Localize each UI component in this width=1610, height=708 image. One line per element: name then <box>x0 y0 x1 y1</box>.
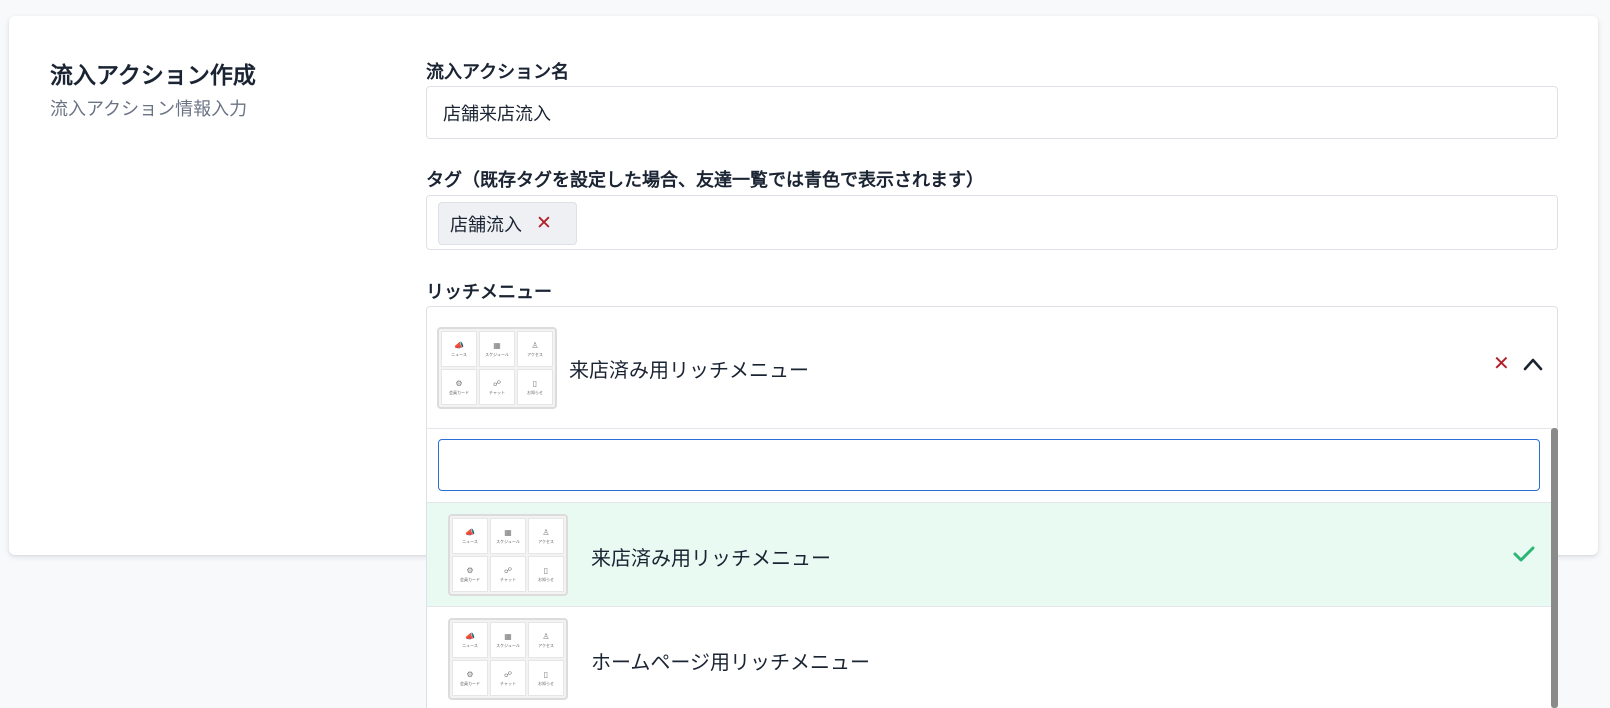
rich-menu-select[interactable]: 📣 ニュース ▦ スケジュール ♙ アクセス ⚙ 会員カード ☍ チャット ▯ お知らせ 来店済み用リ… <box>426 306 1558 428</box>
thumbnail-cell-label: チャット <box>489 389 505 395</box>
thumbnail-cell-label: アクセス <box>538 538 554 544</box>
person-icon: ♙ <box>542 527 550 537</box>
megaphone-icon: 📣 <box>465 631 475 641</box>
dropdown-scroll-thumb[interactable] <box>1551 428 1558 708</box>
rich-menu-label: リッチメニュー <box>426 282 552 303</box>
thumbnail-cell-label: 会員カード <box>460 680 480 686</box>
chat-icon: ☍ <box>503 565 513 575</box>
calendar-icon: ▦ <box>504 631 512 641</box>
rich-menu-option[interactable]: 📣 ニュース ▦ スケジュール ♙ アクセス ⚙ 会員カード ☍ チャット ▯ お知らせ ホームページ… <box>427 606 1551 708</box>
rich-menu-option-label: ホームページ用リッチメニュー <box>591 650 870 674</box>
thumbnail-cell: ▯ お知らせ <box>528 556 564 592</box>
rich-menu-option-thumbnail: 📣 ニュース ▦ スケジュール ♙ アクセス ⚙ 会員カード ☍ チャット ▯ お知らせ <box>448 514 568 596</box>
calendar-icon: ▦ <box>493 340 501 350</box>
megaphone-icon: 📣 <box>465 527 475 537</box>
badge-icon: ⚙ <box>466 669 474 679</box>
thumbnail-cell: ⚙ 会員カード <box>452 556 488 592</box>
thumbnail-cell: ⚙ 会員カード <box>441 369 477 405</box>
tag-chip-label: 店舗流入 <box>450 214 522 236</box>
person-icon: ♙ <box>531 340 539 350</box>
thumbnail-cell-label: ニュース <box>462 538 478 544</box>
rich-menu-option-thumbnail: 📣 ニュース ▦ スケジュール ♙ アクセス ⚙ 会員カード ☍ チャット ▯ お知らせ <box>448 618 568 700</box>
tags-label: タグ（既存タグを設定した場合、友達一覧では青色で表示されます） <box>426 170 984 191</box>
section-subtitle: 流入アクション情報入力 <box>50 99 248 120</box>
thumbnail-cell: 📣 ニュース <box>452 622 488 658</box>
thumbnail-cell-label: お知らせ <box>538 576 554 582</box>
thumbnail-cell: ▦ スケジュール <box>490 622 526 658</box>
thumbnail-cell-label: チャット <box>500 680 516 686</box>
rich-menu-dropdown: 📣 ニュース ▦ スケジュール ♙ アクセス ⚙ 会員カード ☍ チャット ▯ お知らせ 来店済み用リ… <box>426 428 1552 708</box>
thumbnail-cell-label: お知らせ <box>527 389 543 395</box>
thumbnail-cell: ♙ アクセス <box>528 622 564 658</box>
badge-icon: ⚙ <box>455 378 463 388</box>
tag-chip: 店舗流入 ✕ <box>438 202 577 245</box>
tags-input[interactable]: 店舗流入 ✕ <box>426 195 1558 250</box>
clear-selection-icon[interactable]: ✕ <box>1493 353 1510 373</box>
chevron-up-icon[interactable] <box>1523 357 1543 371</box>
dropdown-scrollbar[interactable] <box>1551 428 1558 708</box>
thumbnail-cell: ♙ アクセス <box>517 331 553 367</box>
thumbnail-cell: 📣 ニュース <box>441 331 477 367</box>
document-icon: ▯ <box>532 378 538 388</box>
thumbnail-cell-label: チャット <box>500 576 516 582</box>
thumbnail-cell-label: 会員カード <box>460 576 480 582</box>
thumbnail-cell: ☍ チャット <box>479 369 515 405</box>
thumbnail-cell: ☍ チャット <box>490 556 526 592</box>
document-icon: ▯ <box>543 565 549 575</box>
rich-menu-thumbnail: 📣 ニュース ▦ スケジュール ♙ アクセス ⚙ 会員カード ☍ チャット ▯ お知らせ <box>437 327 557 409</box>
rich-menu-search-input[interactable] <box>438 439 1540 491</box>
calendar-icon: ▦ <box>504 527 512 537</box>
chat-icon: ☍ <box>492 378 502 388</box>
section-title: 流入アクション作成 <box>50 63 256 89</box>
badge-icon: ⚙ <box>466 565 474 575</box>
thumbnail-cell: ▦ スケジュール <box>490 518 526 554</box>
rich-menu-option-label: 来店済み用リッチメニュー <box>591 546 831 570</box>
thumbnail-cell: ☍ チャット <box>490 660 526 696</box>
action-name-input[interactable] <box>426 86 1558 139</box>
chat-icon: ☍ <box>503 669 513 679</box>
thumbnail-cell-label: ニュース <box>451 351 467 357</box>
check-icon <box>1513 546 1535 562</box>
thumbnail-cell: ⚙ 会員カード <box>452 660 488 696</box>
thumbnail-cell: ▯ お知らせ <box>517 369 553 405</box>
thumbnail-cell-label: アクセス <box>538 642 554 648</box>
thumbnail-cell-label: スケジュール <box>485 351 509 357</box>
thumbnail-cell-label: スケジュール <box>496 642 520 648</box>
action-name-label: 流入アクション名 <box>426 62 570 83</box>
thumbnail-cell: 📣 ニュース <box>452 518 488 554</box>
rich-menu-selected-value: 来店済み用リッチメニュー <box>569 358 809 382</box>
thumbnail-cell-label: ニュース <box>462 642 478 648</box>
thumbnail-cell-label: お知らせ <box>538 680 554 686</box>
thumbnail-cell-label: 会員カード <box>449 389 469 395</box>
tag-remove-icon[interactable]: ✕ <box>536 214 552 233</box>
thumbnail-cell: ▯ お知らせ <box>528 660 564 696</box>
thumbnail-cell: ♙ アクセス <box>528 518 564 554</box>
megaphone-icon: 📣 <box>454 340 464 350</box>
document-icon: ▯ <box>543 669 549 679</box>
thumbnail-cell-label: スケジュール <box>496 538 520 544</box>
rich-menu-option[interactable]: 📣 ニュース ▦ スケジュール ♙ アクセス ⚙ 会員カード ☍ チャット ▯ お知らせ 来店済み用リ… <box>427 502 1551 606</box>
person-icon: ♙ <box>542 631 550 641</box>
thumbnail-cell: ▦ スケジュール <box>479 331 515 367</box>
thumbnail-cell-label: アクセス <box>527 351 543 357</box>
